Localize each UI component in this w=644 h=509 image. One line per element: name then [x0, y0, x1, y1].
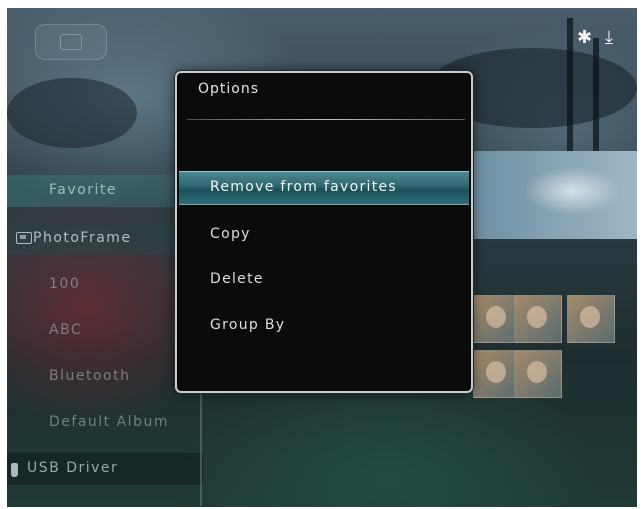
menu-item-label: Remove from favorites — [210, 179, 397, 195]
menu-item-copy[interactable]: Copy — [179, 218, 469, 252]
sidebar-item-favorite[interactable]: Favorite — [7, 175, 203, 207]
sidebar-item-label: PhotoFrame — [33, 230, 132, 246]
sidebar-item-100[interactable]: 100 — [7, 269, 203, 301]
sidebar-item-photoframe[interactable]: PhotoFrame — [7, 223, 203, 255]
sidebar-item-label: ABC — [49, 322, 83, 338]
sidebar-item-abc[interactable]: ABC — [7, 315, 203, 347]
photo-thumbnail[interactable] — [514, 295, 562, 343]
album-sidebar: Favorite PhotoFrame 100 ABC Bluetooth De… — [7, 173, 203, 507]
menu-item-label: Copy — [210, 226, 251, 242]
menu-item-label: Group By — [210, 317, 286, 333]
sidebar-item-label: USB Driver — [27, 460, 119, 476]
dialog-title: Options — [198, 81, 260, 97]
menu-item-label: Delete — [210, 271, 264, 287]
background-tree — [567, 18, 573, 168]
bluetooth-icon: ✱ — [577, 27, 593, 48]
sidebar-item-bluetooth[interactable]: Bluetooth — [7, 361, 203, 393]
sidebar-item-usb-driver[interactable]: USB Driver — [7, 453, 203, 485]
photo-thumbnail[interactable] — [514, 350, 562, 398]
sidebar-item-label: Favorite — [49, 182, 117, 198]
background-tree — [593, 38, 599, 168]
sidebar-item-label: 100 — [49, 276, 81, 292]
dialog-divider — [187, 119, 465, 120]
download-icon: ⤓ — [605, 27, 613, 48]
sidebar-item-default-album[interactable]: Default Album — [7, 407, 203, 439]
photo-preview — [473, 151, 637, 239]
menu-item-group-by[interactable]: Group By — [179, 309, 469, 343]
photoframe-icon — [16, 232, 32, 244]
background-foliage — [7, 78, 137, 148]
menu-item-delete[interactable]: Delete — [179, 263, 469, 297]
photoframe-logo — [35, 24, 107, 60]
usb-icon — [11, 463, 18, 477]
sidebar-item-label: Bluetooth — [49, 368, 131, 384]
menu-item-remove-from-favorites[interactable]: Remove from favorites — [179, 171, 469, 205]
options-dialog: Options Remove from favorites Copy Delet… — [175, 71, 473, 393]
sidebar-item-label: Default Album — [49, 414, 169, 430]
photo-thumbnail[interactable] — [567, 295, 615, 343]
